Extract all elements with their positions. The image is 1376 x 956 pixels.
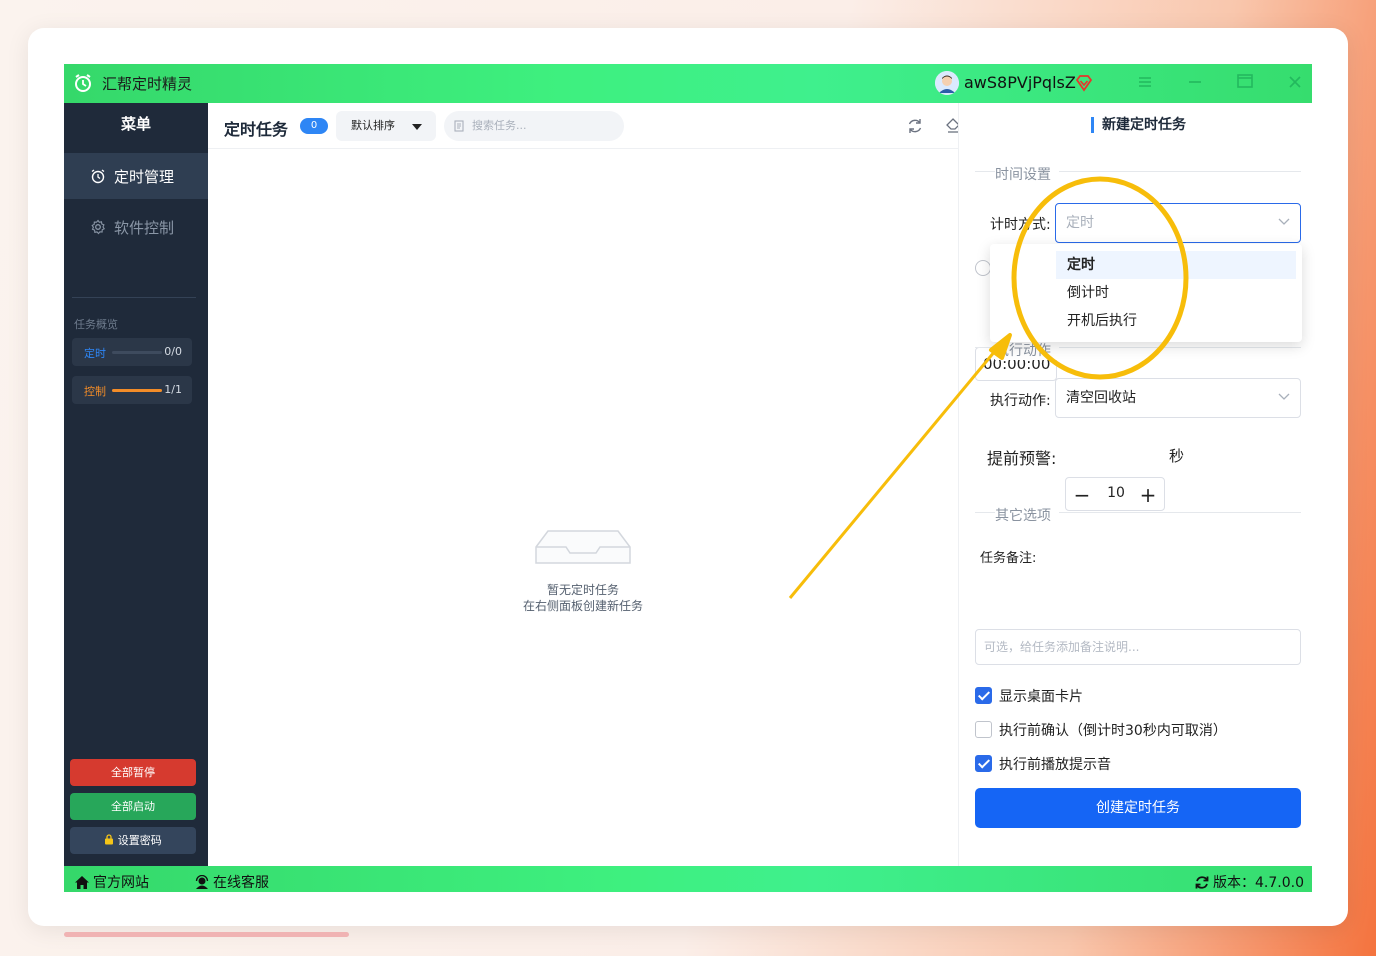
checkbox-label: 执行前确认（倒计时30秒内可取消） [999, 723, 1227, 739]
stat-progress-bar [112, 351, 162, 354]
minimize-icon[interactable] [1184, 72, 1206, 94]
create-task-button[interactable]: 创建定时任务 [975, 788, 1301, 828]
sort-label: 默认排序 [351, 119, 395, 132]
section-title: 时间设置 [995, 164, 1059, 184]
maximize-icon[interactable] [1234, 72, 1256, 94]
section-title: 执行动作 [995, 340, 1059, 360]
username[interactable]: awS8PVjPqlsZ [964, 73, 1076, 92]
sidebar-item-label: 软件控制 [114, 218, 175, 237]
action-label: 执行动作: [990, 393, 1051, 409]
action-select[interactable]: 清空回收站 [1055, 378, 1301, 418]
page-title: 定时任务 [224, 120, 289, 139]
version-info: 版本：4.7.0.0 [1194, 872, 1304, 892]
stat-name: 定时 [84, 347, 106, 360]
warning-label: 提前预警: [987, 449, 1057, 468]
sidebar: 菜单 定时管理 软件控制 任务概览 定时 0/0 控制 1/1 全部暂停 全部启… [64, 103, 208, 866]
note-label: 任务备注: [980, 551, 1037, 566]
avatar[interactable] [935, 71, 959, 95]
sync-icon [1195, 875, 1209, 889]
sidebar-divider [72, 297, 196, 298]
status-bar: 官方网站 在线客服 版本：4.7.0.0 [64, 866, 1312, 892]
stat-timer: 定时 0/0 [72, 338, 192, 366]
timing-mode-label: 计时方式: [990, 217, 1051, 233]
task-list-panel: 定时任务 0 默认排序 搜索任务... 暂无定时任务 在右侧面板创建新任务 [208, 103, 998, 866]
sidebar-item-software-control[interactable]: 软件控制 [64, 204, 208, 250]
vip-diamond-icon[interactable] [1075, 74, 1093, 92]
warning-unit: 秒 [1169, 447, 1185, 465]
panel-title: 新建定时任务 [1091, 117, 1186, 133]
empty-hint: 在右侧面板创建新任务 [522, 599, 643, 613]
stat-count: 1/1 [164, 383, 182, 396]
title-bar: 汇帮定时精灵 awS8PVjPqlsZ [64, 64, 1312, 103]
website-label: 官方网站 [93, 875, 149, 891]
radio-today[interactable] [975, 260, 991, 276]
caret-down-icon [412, 124, 422, 130]
checkbox-play-sound[interactable] [975, 755, 992, 772]
scroll-indicator [64, 932, 349, 937]
app-title: 汇帮定时精灵 [102, 75, 193, 93]
headset-icon [195, 874, 209, 889]
set-password-button[interactable]: 设置密码 [70, 827, 196, 854]
home-icon [75, 875, 89, 889]
close-icon[interactable] [1284, 72, 1306, 94]
new-task-panel: 新建定时任务 时间设置 计时方式: 定时 今日 00:00:00 执行动作 执行… [958, 103, 1312, 866]
chevron-down-icon [1278, 393, 1290, 400]
refresh-icon[interactable] [906, 117, 924, 135]
gear-icon [91, 219, 105, 235]
warning-value[interactable]: 10 [1098, 485, 1134, 501]
lock-icon [105, 834, 114, 845]
pause-all-button[interactable]: 全部暂停 [70, 759, 196, 786]
overview-label: 任务概览 [74, 318, 118, 331]
support-label: 在线客服 [213, 875, 269, 891]
stat-progress-bar [112, 389, 162, 392]
checkbox-label: 执行前播放提示音 [999, 757, 1111, 773]
sidebar-header: 菜单 [120, 115, 151, 133]
increment-button[interactable]: + [1136, 483, 1160, 507]
empty-tray-icon [535, 530, 631, 564]
timing-mode-value: 定时 [1066, 215, 1094, 231]
decrement-button[interactable]: − [1070, 483, 1094, 507]
note-input[interactable]: 可选，给任务添加备注说明... [975, 629, 1301, 665]
stat-count: 0/0 [164, 345, 182, 358]
sidebar-item-label: 定时管理 [114, 167, 175, 186]
dropdown-option-on-startup[interactable]: 开机后执行 [990, 307, 1302, 335]
search-placeholder: 搜索任务... [472, 119, 527, 132]
dropdown-option-countdown[interactable]: 倒计时 [990, 279, 1302, 307]
timing-mode-select[interactable]: 定时 [1055, 203, 1301, 243]
alarm-clock-icon [91, 169, 105, 184]
checkbox-show-desktop-card[interactable] [975, 687, 992, 704]
app-window: 汇帮定时精灵 awS8PVjPqlsZ 菜单 定时管理 软件控制 任务概览 定时… [64, 64, 1312, 892]
task-list-header: 定时任务 0 默认排序 搜索任务... [208, 103, 998, 149]
section-action: 执行动作 [975, 340, 1301, 360]
stat-progress-fill [112, 389, 162, 392]
section-time-settings: 时间设置 [975, 164, 1301, 184]
timing-mode-dropdown: 定时 倒计时 开机后执行 [990, 244, 1302, 342]
panel-header: 新建定时任务 [959, 103, 1312, 149]
stat-control: 控制 1/1 [72, 376, 192, 404]
stat-name: 控制 [84, 385, 106, 398]
hamburger-icon[interactable] [1134, 72, 1156, 94]
section-other-options: 其它选项 [975, 505, 1301, 525]
version-label: 版本：4.7.0.0 [1213, 875, 1304, 891]
checkbox-label: 显示桌面卡片 [999, 689, 1083, 705]
start-all-button[interactable]: 全部启动 [70, 793, 196, 820]
support-link[interactable]: 在线客服 [194, 872, 269, 892]
dropdown-option-timer[interactable]: 定时 [1056, 251, 1296, 279]
task-count-badge: 0 [300, 118, 328, 134]
chevron-down-icon [1278, 218, 1290, 225]
set-password-label: 设置密码 [117, 834, 162, 847]
empty-message: 暂无定时任务 [546, 583, 619, 597]
section-title: 其它选项 [995, 505, 1059, 525]
website-link[interactable]: 官方网站 [74, 872, 149, 892]
search-input[interactable]: 搜索任务... [444, 111, 624, 141]
checkbox-confirm-before-exec[interactable] [975, 721, 992, 738]
action-value: 清空回收站 [1066, 390, 1136, 406]
sort-dropdown[interactable]: 默认排序 [336, 111, 436, 141]
sidebar-item-timer-management[interactable]: 定时管理 [64, 153, 208, 199]
avatar-icon [935, 71, 959, 95]
alarm-clock-logo-icon [75, 74, 91, 92]
search-doc-icon [454, 120, 464, 132]
